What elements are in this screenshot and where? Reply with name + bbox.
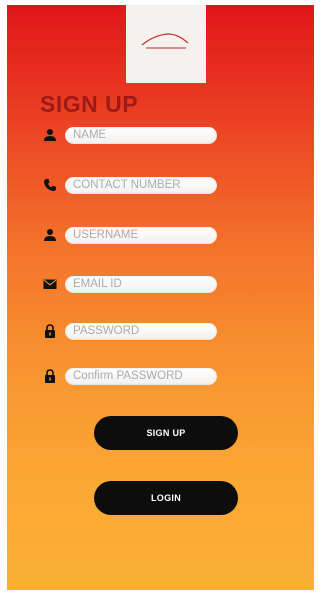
lock-icon [45, 369, 55, 383]
name-input[interactable]: NAME [65, 127, 217, 144]
person-icon [44, 129, 56, 141]
username-placeholder: USERNAME [73, 229, 139, 241]
confirm-password-field[interactable]: Confirm PASSWORD [43, 368, 218, 385]
password-placeholder: PASSWORD [73, 325, 140, 337]
person-icon [44, 229, 56, 241]
confirm-password-input[interactable]: Confirm PASSWORD [65, 368, 217, 385]
username-field[interactable]: USERNAME [43, 227, 218, 244]
password-input[interactable]: PASSWORD [65, 323, 217, 340]
lock-icon [45, 324, 55, 338]
confirm-password-placeholder: Confirm PASSWORD [73, 370, 183, 382]
email-input[interactable]: EMAIL ID [65, 276, 217, 293]
email-field[interactable]: EMAIL ID [43, 276, 218, 293]
signup-screen: SIGN UP NAME CONTACT NUMBER USERNAME EMA… [7, 5, 314, 590]
username-input[interactable]: USERNAME [65, 227, 217, 244]
contact-number-placeholder: CONTACT NUMBER [73, 179, 181, 191]
name-placeholder: NAME [73, 129, 107, 141]
name-field[interactable]: NAME [43, 127, 218, 144]
phone-icon [44, 179, 56, 192]
login-button[interactable]: LOGIN [94, 481, 238, 515]
contact-number-input[interactable]: CONTACT NUMBER [65, 177, 217, 194]
signup-button[interactable]: SIGN UP [94, 416, 238, 450]
logo [126, 5, 206, 83]
logo-icon [141, 33, 189, 49]
page-title: SIGN UP [40, 91, 139, 117]
password-field[interactable]: PASSWORD [43, 323, 218, 340]
contact-number-field[interactable]: CONTACT NUMBER [43, 177, 218, 194]
email-placeholder: EMAIL ID [73, 278, 122, 290]
mail-icon [43, 279, 57, 289]
